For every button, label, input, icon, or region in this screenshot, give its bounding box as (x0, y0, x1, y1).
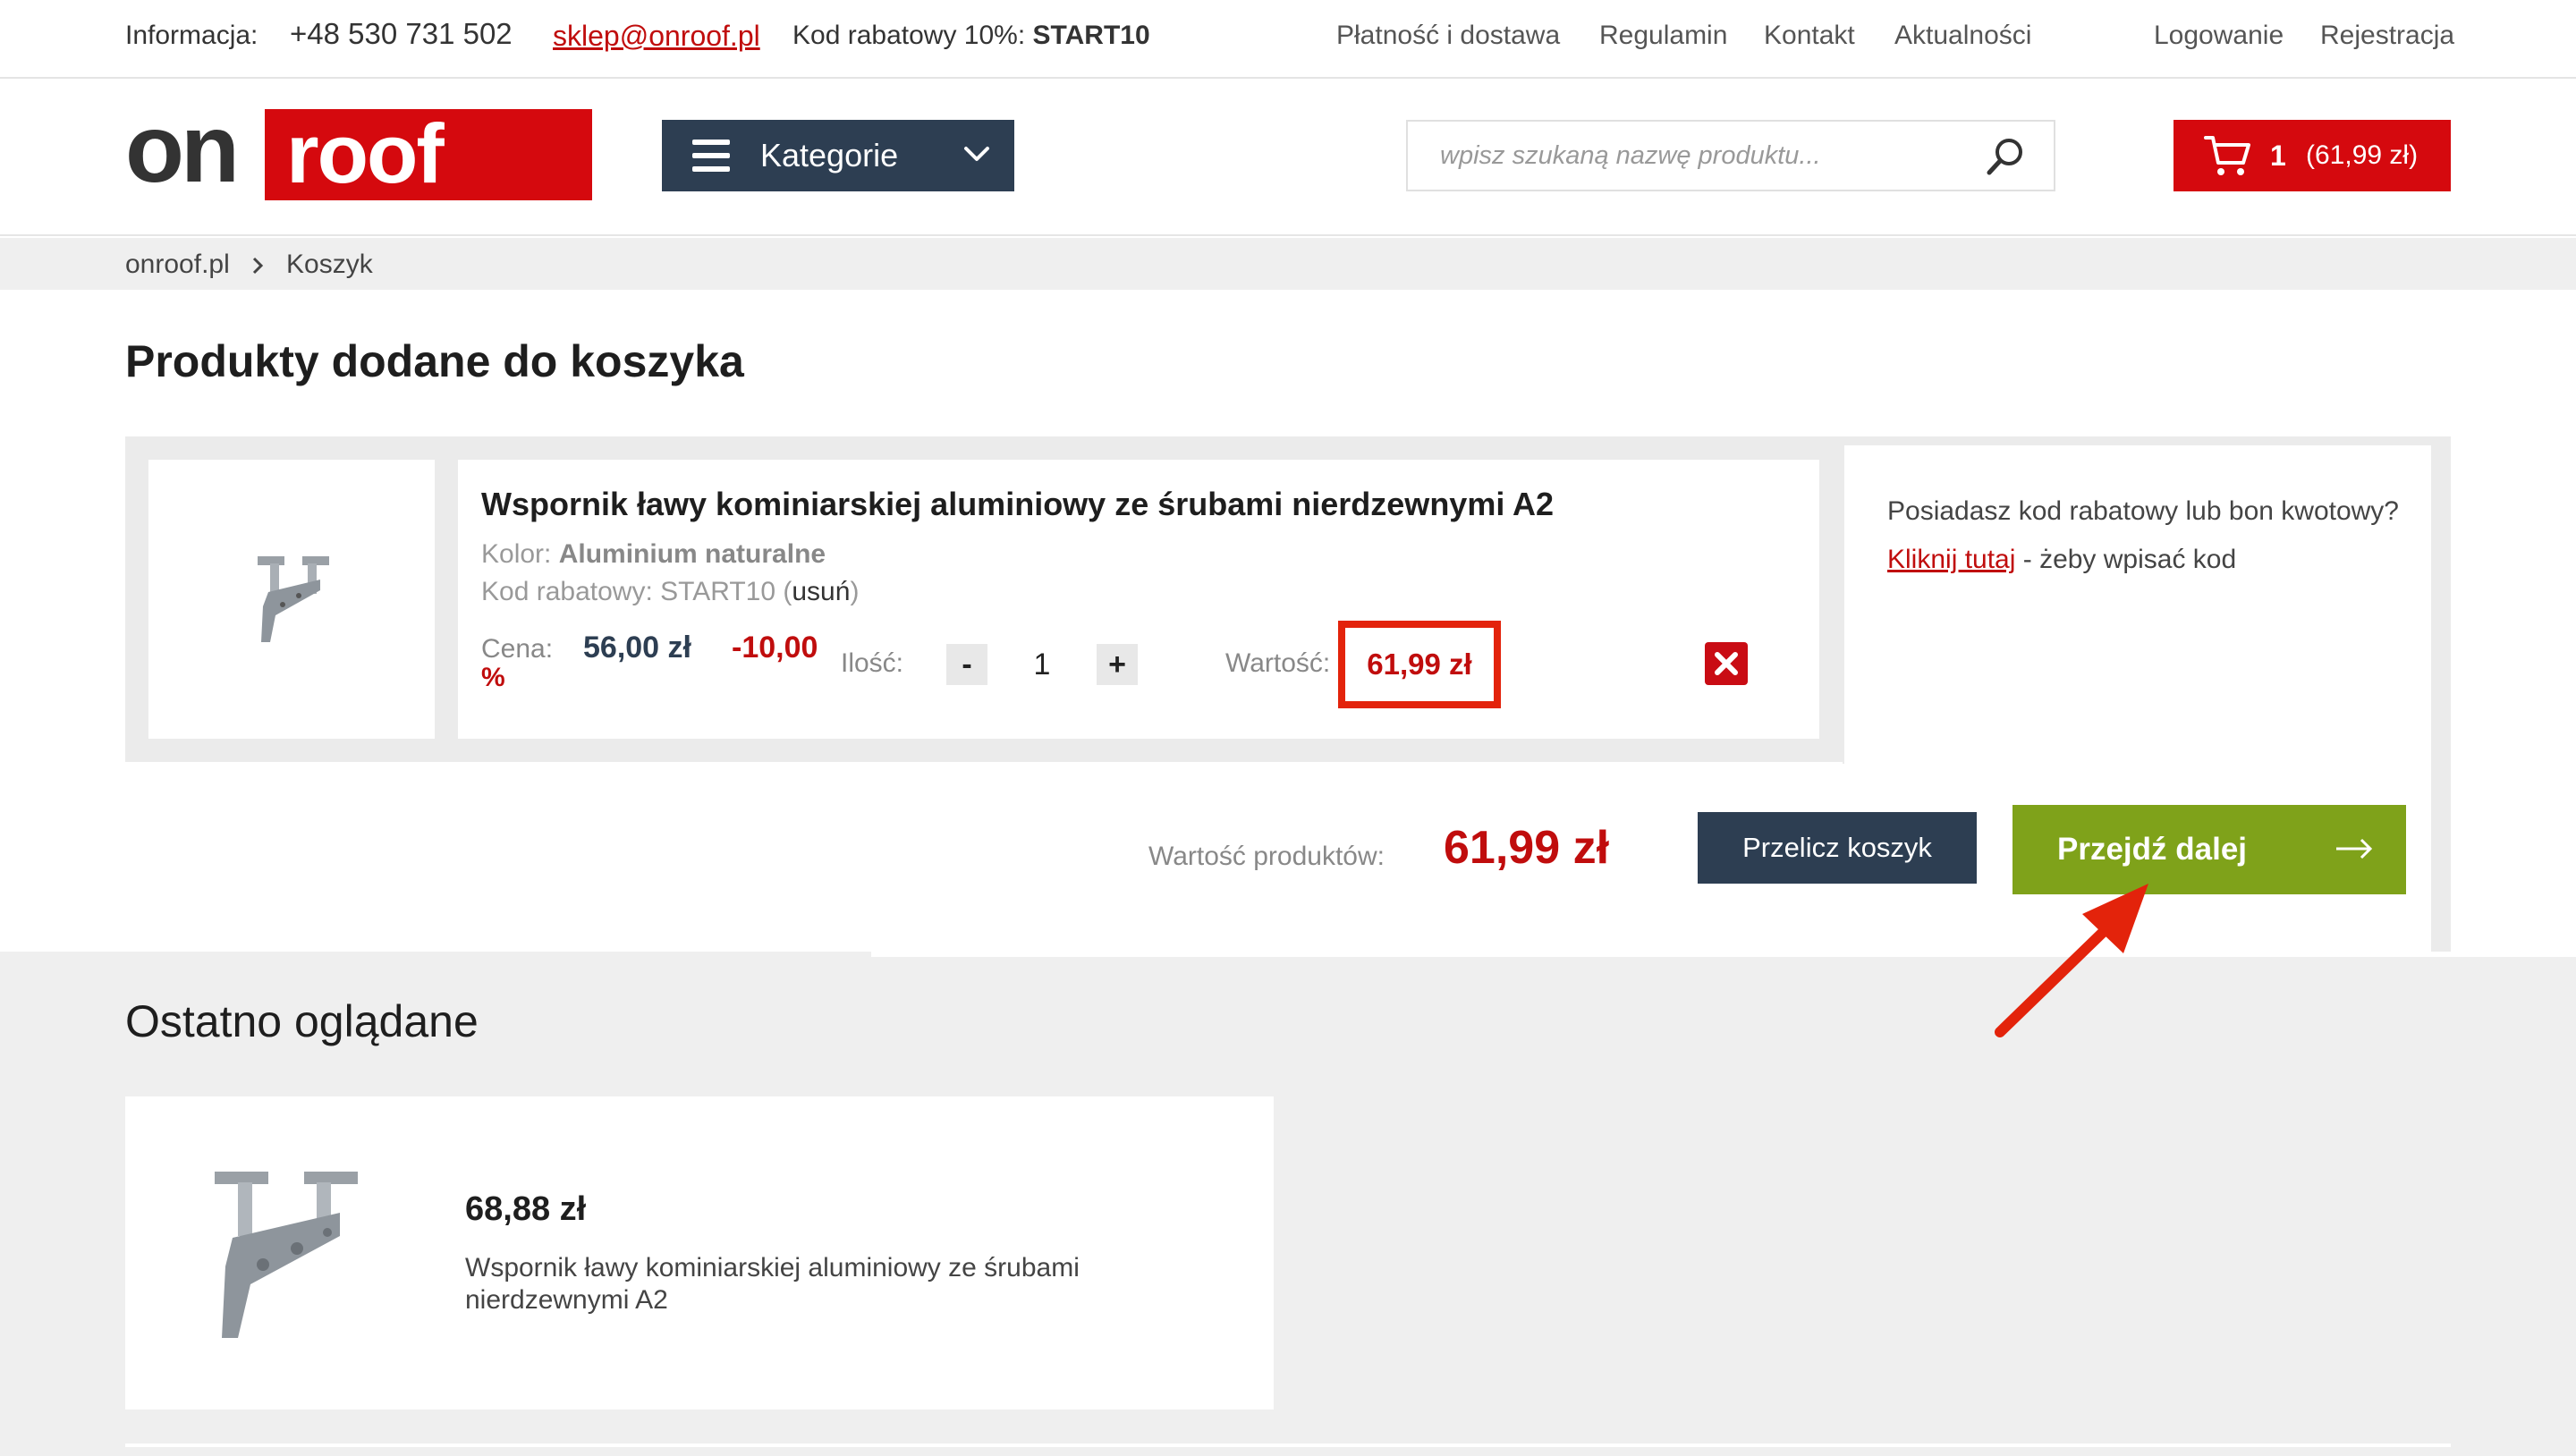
nav-terms[interactable]: Regulamin (1599, 18, 1727, 54)
recent-product-image (215, 1172, 358, 1338)
search-box (1406, 120, 2055, 191)
close-icon (1715, 652, 1738, 675)
product-discount-code: Kod rabatowy: START10 (usuń) (481, 574, 859, 610)
discount-code: START10 (1032, 21, 1150, 50)
code-label: Kod rabatowy: START10 ( (481, 577, 792, 606)
item-value-label: Wartość: (1225, 648, 1331, 678)
info-label: Informacja: (125, 21, 258, 50)
remove-code-link[interactable]: usuń (792, 577, 850, 606)
logo-on-text: on (125, 94, 240, 202)
product-color: Kolor: Aluminium naturalne (481, 537, 826, 572)
discount-info: Kod rabatowy 10%: START10 (792, 18, 1150, 54)
recent-product-price: 68,88 zł (465, 1190, 587, 1228)
cart-icon (2204, 136, 2250, 175)
color-label: Kolor: (481, 539, 552, 569)
products-total-value: 61,99 zł (1444, 822, 1610, 874)
nav-payment-delivery[interactable]: Płatność i dostawa (1336, 18, 1560, 54)
nav-news[interactable]: Aktualności (1894, 18, 2031, 54)
breadcrumb: onroof.pl Koszyk (0, 238, 2576, 290)
phone-number[interactable]: +48 530 731 502 (290, 16, 513, 52)
recent-product-name[interactable]: Wspornik ławy kominiarskiej aluminiowy z… (465, 1252, 1181, 1316)
recently-viewed-title: Ostatno oglądane (125, 996, 479, 1046)
bottom-divider (125, 1443, 2451, 1447)
discount-text: Kod rabatowy 10%: (792, 21, 1026, 50)
categories-button[interactable]: Kategorie (662, 120, 1014, 191)
register-link[interactable]: Rejestracja (2320, 18, 2454, 54)
quantity-increase-button[interactable]: + (1097, 644, 1138, 685)
color-value: Aluminium naturalne (558, 539, 826, 569)
nav-contact[interactable]: Kontakt (1764, 18, 1855, 54)
product-name[interactable]: Wspornik ławy kominiarskiej aluminiowy z… (481, 485, 1554, 524)
price-label: Cena: (481, 634, 554, 664)
discount-value: -10,00 (732, 631, 818, 665)
promo-line: Kliknij tutaj - żeby wpisać kod (1887, 542, 2236, 578)
top-info-bar: Informacja: +48 530 731 502 sklep@onroof… (0, 0, 2576, 79)
cart-total: (61,99 zł) (2306, 140, 2419, 170)
chevron-right-icon (252, 257, 264, 275)
remove-item-button[interactable] (1705, 642, 1748, 685)
unit-price: 56,00 zł (583, 631, 691, 665)
logo-roof-text: roof (265, 109, 592, 200)
quantity-decrease-button[interactable]: - (946, 644, 987, 685)
search-input[interactable] (1440, 134, 1959, 177)
promo-rest: - żeby wpisać kod (2015, 545, 2237, 574)
quantity-value[interactable]: 1 (1020, 644, 1064, 685)
search-icon[interactable] (1986, 136, 2027, 177)
categories-label: Kategorie (760, 137, 899, 174)
page-title: Produkty dodane do koszyka (125, 336, 744, 386)
promo-question: Posiadasz kod rabatowy lub bon kwotowy? (1887, 496, 2399, 526)
recently-viewed-section-edge (0, 952, 871, 959)
item-value: 61,99 zł (1338, 621, 1501, 708)
products-total-label: Wartość produktów: (1148, 842, 1385, 871)
discount-percent: % (481, 663, 505, 692)
menu-icon (692, 140, 730, 172)
cart-button[interactable]: 1 (61,99 zł) (2174, 120, 2451, 191)
breadcrumb-home[interactable]: onroof.pl (125, 247, 230, 283)
product-image (258, 556, 329, 642)
login-link[interactable]: Logowanie (2154, 18, 2284, 54)
email-link[interactable]: sklep@onroof.pl (553, 18, 760, 54)
site-header: on roof Kategorie 1 (61,99 zł) (0, 80, 2576, 236)
product-thumbnail[interactable] (148, 460, 435, 739)
code-close: ) (850, 577, 860, 606)
arrow-right-icon (2336, 838, 2373, 859)
promo-code-link[interactable]: Kliknij tutaj (1887, 545, 2015, 574)
quantity-label: Ilość: (841, 648, 904, 678)
annotation-arrow-icon (1995, 884, 2148, 1037)
cart-count: 1 (2270, 140, 2286, 172)
breadcrumb-current: Koszyk (286, 250, 373, 279)
recalculate-cart-button[interactable]: Przelicz koszyk (1698, 812, 1977, 884)
chevron-down-icon (964, 147, 989, 161)
